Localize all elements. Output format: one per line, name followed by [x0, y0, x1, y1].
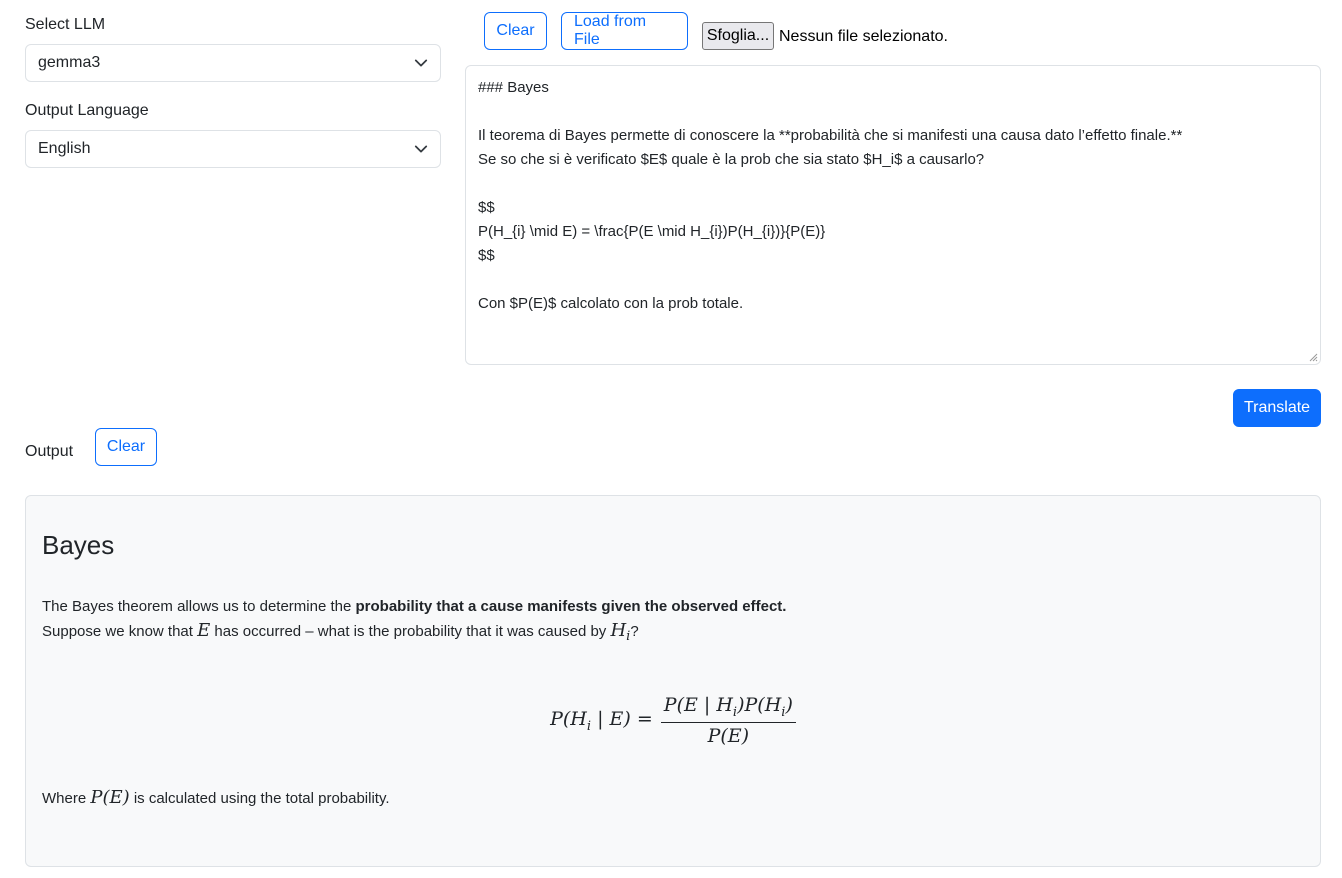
language-select-value: English — [38, 140, 91, 157]
output-panel: Bayes The Bayes theorem allows us to det… — [25, 495, 1321, 867]
select-llm-label: Select LLM — [25, 16, 106, 33]
browse-file-button[interactable]: Sfoglia... — [702, 22, 774, 50]
paragraph-bold-text: probability that a cause manifests given… — [355, 598, 787, 615]
output-language-label: Output Language — [25, 102, 149, 119]
paragraph-text: has occurred – what is the probability t… — [210, 623, 611, 640]
textarea-line: $$ — [478, 199, 495, 216]
llm-select-value: gemma3 — [38, 54, 101, 71]
output-paragraph-2: Suppose we know that E has occurred – wh… — [42, 619, 639, 649]
language-select[interactable]: English — [25, 130, 441, 168]
resize-handle-icon[interactable] — [1308, 352, 1318, 362]
textarea-line: Se so che si è verificato $E$ quale è la… — [478, 151, 985, 168]
textarea-line — [478, 172, 1308, 196]
output-paragraph-1: The Bayes theorem allows us to determine… — [42, 595, 786, 619]
formula-lhs: P(Hi | E) = — [550, 708, 653, 734]
formula-lhs-part: | E) = — [591, 707, 653, 730]
paragraph-text: Suppose we know that — [42, 623, 198, 640]
formula-fraction: P(E | Hi)P(Hi) P(E) — [660, 694, 796, 747]
formula-num-part: )P(H — [737, 694, 782, 716]
translate-button[interactable]: Translate — [1233, 389, 1321, 427]
chevron-down-icon — [414, 59, 428, 67]
output-heading: Bayes — [42, 530, 115, 560]
formula-num-part: ) — [785, 694, 793, 716]
textarea-line — [478, 268, 1308, 292]
llm-select[interactable]: gemma3 — [25, 44, 441, 82]
formula-denominator: P(E) — [707, 724, 750, 747]
source-textarea[interactable]: ### Bayes Il teorema di Bayes permette d… — [465, 65, 1321, 365]
math-e: E — [197, 620, 211, 641]
paragraph-text: is calculated using the total probabilit… — [129, 790, 390, 807]
output-label: Output — [25, 443, 74, 460]
formula-lhs-part: P(H — [550, 707, 587, 730]
paragraph-text: ? — [630, 623, 639, 640]
textarea-line: Con $P(E)$ calcolato con la prob totale. — [478, 295, 744, 312]
input-clear-button[interactable]: Clear — [484, 12, 547, 50]
load-from-file-button[interactable]: Load from File — [561, 12, 688, 50]
textarea-line — [478, 100, 1308, 124]
bayes-formula: P(Hi | E) = P(E | Hi)P(Hi) P(E) — [26, 694, 1320, 747]
textarea-line: ### Bayes — [478, 79, 549, 96]
output-paragraph-3: Where P(E) is calculated using the total… — [42, 786, 390, 811]
math-pe: P(E) — [90, 787, 130, 808]
paragraph-text: The Bayes theorem allows us to determine… — [42, 598, 356, 615]
formula-num-part: P(E | H — [663, 694, 733, 716]
textarea-line: $$ — [478, 247, 495, 264]
textarea-line: Il teorema di Bayes permette di conoscer… — [478, 127, 1183, 144]
file-status-text: Nessun file selezionato. — [779, 28, 948, 45]
textarea-line: P(H_{i} \mid E) = \frac{P(E \mid H_{i})P… — [478, 223, 826, 240]
formula-numerator: P(E | Hi)P(Hi) — [660, 694, 796, 723]
math-h: H — [610, 620, 627, 641]
paragraph-text: Where — [42, 790, 91, 807]
output-clear-button[interactable]: Clear — [95, 428, 157, 466]
chevron-down-icon — [414, 145, 428, 153]
